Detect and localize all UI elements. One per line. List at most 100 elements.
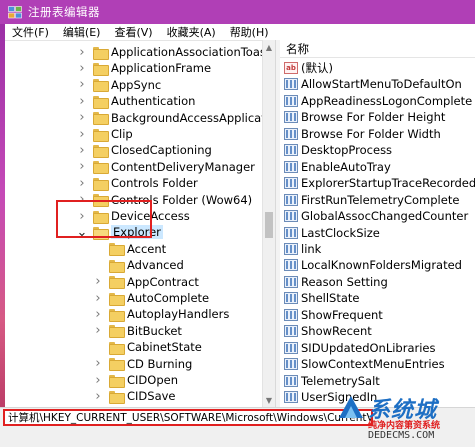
value-row[interactable]: GlobalAssocChangedCounter [284, 208, 468, 224]
tree-item[interactable]: › DeviceAccess [77, 208, 190, 224]
tree-vertical-scrollbar[interactable]: ▲ ▼ [262, 40, 275, 407]
value-row[interactable]: EnableAutoTray [284, 159, 391, 175]
tree-item[interactable]: Advanced [93, 257, 184, 273]
value-name: Browse For Folder Height [301, 110, 446, 125]
folder-icon [109, 308, 125, 322]
tree-item-label: Accent [127, 241, 167, 256]
value-row[interactable]: LocalKnownFoldersMigrated [284, 257, 462, 273]
values-pane[interactable]: 名称 ab (默认) AllowStartMenuToDefaultOn AppRea… [280, 40, 475, 407]
tree-item[interactable]: › AutoplayHandlers [93, 306, 229, 322]
value-name: AllowStartMenuToDefaultOn [301, 77, 462, 92]
tree-item[interactable]: › ClosedCaptioning [77, 142, 212, 158]
scrollbar-thumb[interactable] [265, 212, 273, 238]
binary-bits-glyph [286, 310, 296, 319]
address-path[interactable]: 计算机\HKEY_CURRENT_USER\SOFTWARE\Microsoft… [3, 409, 373, 426]
tree-item[interactable]: › Authentication [77, 93, 195, 109]
value-row[interactable]: SIDUpdatedOnLibraries [284, 340, 436, 356]
value-row[interactable]: DesktopProcess [284, 142, 392, 158]
tree-item[interactable]: › BackgroundAccessApplications [77, 110, 275, 126]
value-row[interactable]: ShowRecent [284, 323, 372, 339]
binary-value-icon [284, 78, 298, 91]
tree-item[interactable]: › AppContract [93, 274, 199, 290]
value-row[interactable]: ShowFrequent [284, 307, 383, 323]
tree-item[interactable]: › AutoComplete [93, 290, 209, 306]
tree-item[interactable]: › Clip [77, 126, 133, 142]
value-name: ExplorerStartupTraceRecorded [301, 176, 475, 191]
chevron-right-icon[interactable]: › [93, 388, 103, 404]
tree-item[interactable]: CabinetState [93, 339, 202, 355]
tree-item-label: CD Burning [127, 356, 193, 371]
chevron-right-icon[interactable]: › [93, 356, 103, 372]
path-text: 计算机\HKEY_CURRENT_USER\SOFTWARE\Microsoft… [8, 412, 373, 424]
tree-item[interactable]: › CIDSave [93, 388, 176, 404]
tree-item[interactable]: › BitBucket [93, 323, 182, 339]
value-row[interactable]: ShellState [284, 290, 360, 306]
tree-item[interactable]: › ApplicationFrame [77, 60, 211, 76]
menu-edit[interactable]: 编辑(E) [56, 24, 108, 40]
value-row[interactable]: SlowContextMenuEntries [284, 356, 445, 372]
value-row[interactable]: AllowStartMenuToDefaultOn [284, 76, 462, 92]
tree-item[interactable]: › ContentDeliveryManager [77, 159, 255, 175]
folder-icon [109, 292, 125, 306]
chevron-right-icon[interactable]: › [93, 323, 103, 339]
value-row[interactable]: ab (默认) [284, 60, 333, 76]
tree-item[interactable]: › ApplicationAssociationToasts [77, 44, 275, 60]
value-row[interactable]: Reason Setting [284, 274, 388, 290]
chevron-right-icon[interactable]: › [93, 274, 103, 290]
value-row[interactable]: AppReadinessLogonComplete [284, 93, 472, 109]
value-row[interactable]: ExplorerStartupTraceRecorded [284, 175, 475, 191]
value-row[interactable]: FirstRunTelemetryComplete [284, 192, 459, 208]
value-row[interactable]: LastClockSize [284, 225, 380, 241]
chevron-right-icon[interactable]: › [77, 110, 87, 126]
chevron-right-icon[interactable]: › [77, 142, 87, 158]
chevron-right-icon[interactable]: › [77, 44, 87, 60]
tree-item-label: ContentDeliveryManager [111, 159, 255, 174]
chevron-right-icon[interactable]: › [77, 192, 87, 208]
chevron-right-icon[interactable]: › [77, 159, 87, 175]
folder-icon [93, 95, 109, 109]
chevron-right-icon[interactable]: › [77, 93, 87, 109]
value-name: (默认) [301, 61, 333, 75]
value-row[interactable]: TelemetrySalt [284, 373, 380, 389]
tree-item-label: ClosedCaptioning [111, 143, 212, 158]
binary-value-icon [284, 308, 298, 321]
chevron-right-icon[interactable]: › [77, 126, 87, 142]
tree-item[interactable]: › AppSync [77, 77, 161, 93]
tree-item[interactable]: › CD Burning [93, 356, 192, 372]
tree-item[interactable]: › CIDOpen [93, 372, 178, 388]
watermark-site: DEDECMS.COM [368, 430, 435, 441]
tree-item[interactable]: Accent [93, 241, 166, 257]
tree-item-label: AppSync [111, 77, 162, 92]
binary-bits-glyph [286, 179, 296, 188]
tree-item-label: Controls Folder [111, 176, 198, 191]
chevron-right-icon[interactable]: › [77, 175, 87, 191]
scroll-down-arrow-icon[interactable]: ▼ [263, 393, 275, 407]
chevron-right-icon[interactable]: › [93, 372, 103, 388]
tree-item[interactable]: ⌄ Explorer [77, 224, 163, 240]
chevron-right-icon[interactable]: › [93, 290, 103, 306]
scroll-up-arrow-icon[interactable]: ▲ [263, 40, 275, 54]
folder-icon [93, 226, 109, 240]
menu-file[interactable]: 文件(F) [5, 24, 56, 40]
chevron-right-icon[interactable]: › [93, 306, 103, 322]
menu-help[interactable]: 帮助(H) [223, 24, 276, 40]
column-header-name[interactable]: 名称 [280, 40, 475, 58]
value-row[interactable]: link [284, 241, 321, 257]
value-name: FirstRunTelemetryComplete [301, 192, 460, 207]
menu-favorites[interactable]: 收藏夹(A) [160, 24, 223, 40]
chevron-right-icon[interactable]: › [77, 60, 87, 76]
menu-view[interactable]: 查看(V) [107, 24, 159, 40]
folder-icon [93, 128, 109, 142]
binary-value-icon [284, 341, 298, 354]
binary-value-icon [284, 242, 298, 255]
chevron-down-icon[interactable]: ⌄ [77, 224, 88, 240]
value-row[interactable]: Browse For Folder Height [284, 109, 445, 125]
binary-value-icon [284, 127, 298, 140]
tree-item[interactable]: › Controls Folder [77, 175, 198, 191]
chevron-right-icon[interactable]: › [77, 77, 87, 93]
key-tree-pane[interactable]: › ApplicationAssociationToasts › Applicatio… [5, 40, 275, 407]
value-row[interactable]: Browse For Folder Width [284, 126, 441, 142]
chevron-right-icon[interactable]: › [77, 208, 87, 224]
tree-item[interactable]: › Controls Folder (Wow64) [77, 192, 252, 208]
